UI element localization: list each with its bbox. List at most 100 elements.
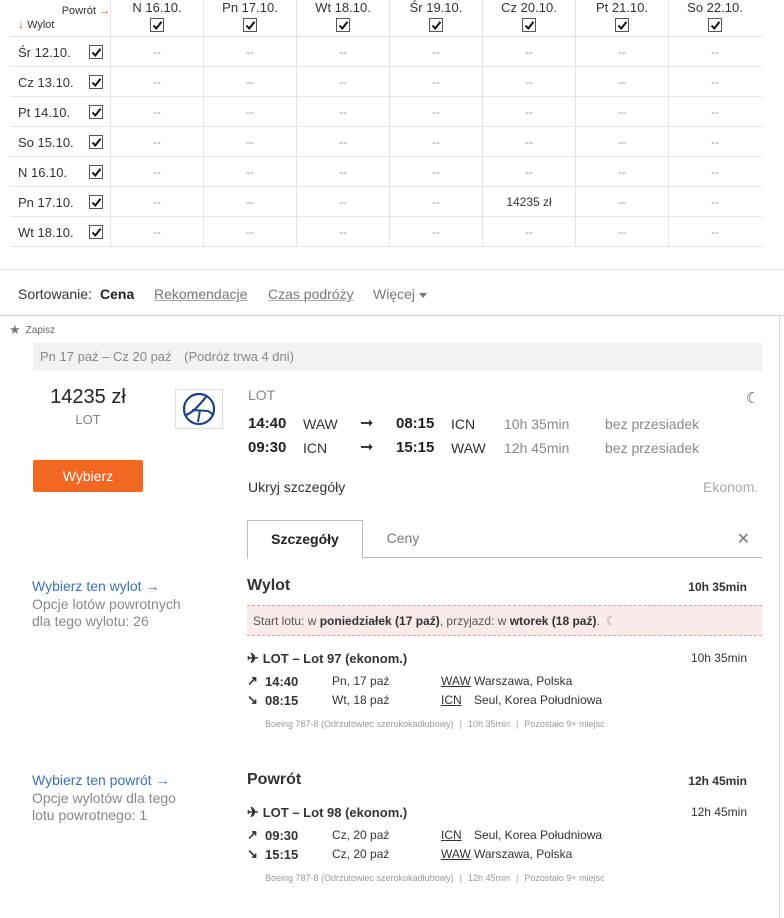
seg-city: Seul, Korea Południowa xyxy=(474,828,603,842)
matrix-price-cell[interactable]: 14235 zł xyxy=(482,187,575,217)
close-icon[interactable]: ✕ xyxy=(737,529,750,549)
arrow-down-right-icon: ↘ xyxy=(247,846,258,861)
return-date-checkbox[interactable] xyxy=(243,17,257,32)
hide-details-link[interactable]: Ukryj szczegóły xyxy=(248,479,345,495)
depart-date-label: N 16.10. xyxy=(18,165,68,180)
depart-date-checkbox[interactable] xyxy=(89,75,103,89)
matrix-cell: -- xyxy=(203,37,296,67)
depart-date-row: Śr 12.10. -- -- -- -- -- -- -- xyxy=(10,37,762,67)
matrix-cell: -- xyxy=(482,97,575,127)
matrix-cell: -- xyxy=(389,97,482,127)
leg-outbound-summary: 14:40 WAW ➞ 08:15 ICN 10h 35min bez prze… xyxy=(248,415,748,435)
trip-dates: Pn 17 paź – Cz 20 paź xyxy=(40,349,172,364)
return-date-checkbox[interactable] xyxy=(336,17,350,32)
matrix-cell: -- xyxy=(575,37,668,67)
matrix-cell: -- xyxy=(110,127,203,157)
outbound-title: Wylot xyxy=(247,577,291,594)
matrix-cell: -- xyxy=(110,157,203,187)
depart-date-row: N 16.10. -- -- -- -- -- -- -- xyxy=(10,157,762,187)
select-return-link[interactable]: Wybierz ten powrót → xyxy=(32,772,170,788)
matrix-cell: -- xyxy=(296,187,389,217)
seg-date: Cz, 20 paź xyxy=(332,828,390,842)
return-date-checkbox[interactable] xyxy=(708,17,722,32)
depart-date-checkbox[interactable] xyxy=(89,105,103,119)
depart-date-row: Pt 14.10. -- -- -- -- -- -- -- xyxy=(10,97,762,127)
return-date-column: Wt 18.10. xyxy=(296,0,389,37)
return-flight-duration: 12h 45min xyxy=(690,805,747,819)
plane-icon: ✈ xyxy=(247,804,259,820)
matrix-cell: -- xyxy=(389,187,482,217)
return-date-checkbox[interactable] xyxy=(522,17,536,32)
matrix-cell: -- xyxy=(110,37,203,67)
star-icon: ★ xyxy=(9,322,21,337)
arrow-up-right-icon: ↗ xyxy=(247,827,258,842)
select-button[interactable]: Wybierz xyxy=(33,460,143,492)
matrix-cell: -- xyxy=(575,217,668,247)
outbound-duration: 10h 35min xyxy=(688,580,747,594)
depart-date-checkbox[interactable] xyxy=(89,225,103,239)
matrix-cell: -- xyxy=(668,127,761,157)
outbound-arrival-segment: ↘ 08:15 Wt, 18 paź ICN Seul, Korea Połud… xyxy=(247,692,747,711)
sort-option-price[interactable]: Cena xyxy=(100,286,134,302)
return-date-column: Cz 20.10. xyxy=(482,0,575,37)
leg-arr-time: 08:15 xyxy=(396,415,435,432)
seg-date: Pn, 17 paź xyxy=(332,674,390,688)
outbound-flight-name: ✈ LOT – Lot 97 (ekonom.) xyxy=(247,650,408,666)
overnight-alert: Start lotu: w poniedziałek (17 paź), prz… xyxy=(247,605,762,636)
matrix-cell: -- xyxy=(482,127,575,157)
leg-stops: bez przesiadek xyxy=(605,416,700,432)
matrix-cell: -- xyxy=(389,217,482,247)
leg-arr-airport: WAW xyxy=(451,440,486,456)
matrix-cell: -- xyxy=(575,67,668,97)
moon-icon: ☾ xyxy=(746,390,760,407)
matrix-cell: -- xyxy=(296,157,389,187)
matrix-cell: -- xyxy=(296,37,389,67)
sort-more-dropdown[interactable]: Więcej xyxy=(373,286,428,302)
return-date-checkbox[interactable] xyxy=(615,17,629,32)
return-date-checkbox[interactable] xyxy=(150,17,164,32)
airport-code-link[interactable]: WAW xyxy=(441,674,471,688)
airport-code-link[interactable]: WAW xyxy=(441,847,471,861)
matrix-cell: -- xyxy=(203,217,296,247)
outbound-departure-segment: ↗ 14:40 Pn, 17 paź WAW Warszawa, Polska xyxy=(247,673,747,692)
seg-time: 15:15 xyxy=(265,847,299,862)
tab-prices[interactable]: Ceny xyxy=(363,520,443,558)
save-button[interactable]: ★ Zapisz xyxy=(9,322,55,338)
depart-date-row: Pn 17.10. -- -- -- -- 14235 zł -- -- xyxy=(10,187,762,217)
leg-dep-airport: WAW xyxy=(303,416,338,432)
matrix-cell: -- xyxy=(482,37,575,67)
return-date-checkbox[interactable] xyxy=(429,17,443,32)
return-options-text: Opcje wylotów dla tego lotu powrotnego: … xyxy=(32,790,176,823)
matrix-cell: -- xyxy=(575,157,668,187)
lot-logo xyxy=(175,389,223,429)
cabin-class: Ekonom. xyxy=(703,479,759,495)
depart-date-checkbox[interactable] xyxy=(89,135,103,149)
depart-date-checkbox[interactable] xyxy=(89,165,103,179)
depart-date-checkbox[interactable] xyxy=(89,195,103,209)
depart-date-checkbox[interactable] xyxy=(89,45,103,59)
airport-code-link[interactable]: ICN xyxy=(441,828,462,842)
leg-arr-time: 15:15 xyxy=(396,439,435,456)
tab-details[interactable]: Szczegóły xyxy=(247,520,363,559)
seg-time: 08:15 xyxy=(265,693,299,708)
matrix-cell: -- xyxy=(389,67,482,97)
matrix-cell: -- xyxy=(668,217,761,247)
leg-inbound-summary: 09:30 ICN ➞ 15:15 WAW 12h 45min bez prze… xyxy=(248,439,748,459)
matrix-cell: -- xyxy=(575,127,668,157)
chevron-down-icon xyxy=(419,292,428,298)
depart-date-label: So 15.10. xyxy=(18,135,74,150)
airport-code-link[interactable]: ICN xyxy=(441,693,462,707)
sort-option-recommendations[interactable]: Rekomendacje xyxy=(154,286,247,302)
matrix-cell: -- xyxy=(668,97,761,127)
matrix-cell: -- xyxy=(575,97,668,127)
sort-option-travel-time[interactable]: Czas podróży xyxy=(268,286,354,302)
seg-city: Warszawa, Polska xyxy=(474,674,573,688)
return-date-column: Pt 21.10. xyxy=(575,0,668,37)
return-date-label: So 22.10. xyxy=(687,0,743,15)
matrix-cell: -- xyxy=(389,157,482,187)
arrow-right-icon: ➞ xyxy=(360,439,374,456)
airline-name: LOT xyxy=(248,387,276,403)
depart-date-row: So 15.10. -- -- -- -- -- -- -- xyxy=(10,127,762,157)
result-card: ★ Zapisz Pn 17 paź – Cz 20 paź (Podróż tr… xyxy=(0,315,780,918)
select-outbound-link[interactable]: Wybierz ten wylot → xyxy=(32,578,159,594)
